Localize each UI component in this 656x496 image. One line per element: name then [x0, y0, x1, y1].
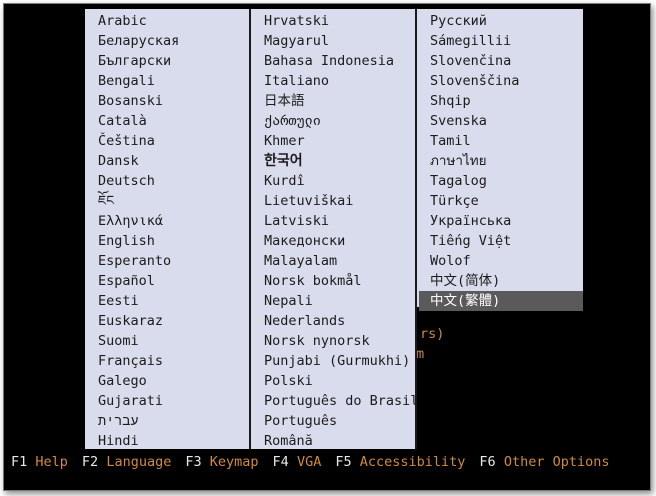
language-option[interactable]: Arabic — [85, 11, 249, 31]
language-option[interactable]: Lietuviškai — [251, 191, 415, 211]
fkey-code: F2 — [81, 454, 99, 470]
fkey-f3[interactable]: F3 Keymap — [185, 454, 272, 470]
language-option[interactable]: Italiano — [251, 71, 415, 91]
fkey-code: F3 — [185, 454, 202, 470]
fkey-label: Other Options — [503, 454, 610, 470]
language-option[interactable]: Türkçe — [417, 191, 583, 211]
language-option[interactable]: Polski — [251, 371, 415, 391]
fkey-f1[interactable]: F1 Help — [11, 454, 82, 470]
language-option[interactable]: Čeština — [85, 131, 249, 151]
fkey-label: Help — [35, 454, 68, 470]
language-option[interactable]: Беларуская — [85, 31, 249, 51]
language-option[interactable]: Español — [85, 271, 249, 291]
language-option[interactable]: 中文(简体) — [417, 271, 583, 291]
language-option[interactable]: Українська — [417, 211, 583, 231]
fkey-f6[interactable]: F6 Other Options — [479, 454, 623, 470]
language-option[interactable]: Euskaraz — [85, 311, 249, 331]
language-option[interactable]: Slovenčina — [417, 51, 583, 71]
language-option[interactable]: Punjabi (Gurmukhi) — [251, 351, 415, 371]
language-option[interactable]: Français — [85, 351, 249, 371]
language-option[interactable]: Svenska — [417, 111, 583, 131]
language-option[interactable]: Bengali — [85, 71, 249, 91]
language-option[interactable]: Magyarul — [251, 31, 415, 51]
language-option[interactable]: ქართული — [251, 111, 415, 131]
language-option[interactable]: Malayalam — [251, 251, 415, 271]
language-option[interactable]: Esperanto — [85, 251, 249, 271]
language-option[interactable]: Deutsch — [85, 171, 249, 191]
fkey-code: F6 — [479, 454, 496, 470]
language-option[interactable]: 中文(繁體) — [419, 291, 583, 311]
language-option[interactable]: Русский — [417, 11, 583, 31]
language-option[interactable]: Latviski — [251, 211, 415, 231]
function-key-bar: F1 Help F2 Language F3 Keymap F4 VGA F5 Acce… — [11, 452, 624, 472]
language-option[interactable]: Bosanski — [85, 91, 249, 111]
fkey-label: Accessibility — [359, 454, 466, 470]
fkey-label: Keymap — [209, 454, 259, 470]
language-option[interactable]: English — [85, 231, 249, 251]
language-option[interactable]: Sámegillii — [417, 31, 583, 51]
fkey-label: Language — [106, 454, 172, 470]
language-option[interactable]: Português do Brasil — [251, 391, 418, 411]
language-option[interactable]: Slovenščina — [417, 71, 583, 91]
language-option[interactable]: Suomi — [85, 331, 249, 351]
language-option[interactable]: Hindi — [85, 431, 249, 451]
language-option[interactable]: 한국어 — [251, 151, 415, 171]
language-menu: Arabic Беларуская Български Bengali Bosanski… — [85, 9, 583, 449]
language-option[interactable]: Norsk bokmål — [251, 271, 415, 291]
language-option[interactable]: Tagalog — [417, 171, 583, 191]
language-option[interactable]: Català — [85, 111, 249, 131]
language-column-3: Русский Sámegillii Slovenčina Slovenščina Sh… — [417, 9, 583, 311]
language-option[interactable]: עברית — [85, 411, 249, 431]
fkey-code: F1 — [11, 454, 28, 470]
language-column-1: Arabic Беларуская Български Bengali Bosanski… — [85, 9, 251, 449]
fkey-f5[interactable]: F5 Accessibility — [335, 454, 479, 470]
language-option[interactable]: Македонски — [251, 231, 415, 251]
fkey-code: F4 — [272, 454, 289, 470]
language-option[interactable]: Norsk nynorsk — [251, 331, 415, 351]
language-option[interactable]: Tamil — [417, 131, 583, 151]
language-option[interactable]: Română — [251, 431, 415, 451]
language-option[interactable]: Dansk — [85, 151, 249, 171]
language-option[interactable]: Khmer — [251, 131, 415, 151]
language-option[interactable]: Kurdî — [251, 171, 415, 191]
language-option[interactable]: Português — [251, 411, 415, 431]
language-option[interactable]: Nepali — [251, 291, 415, 311]
boot-screen: rs) m Arabic Беларуская Български Bengali Bo… — [3, 3, 651, 491]
language-option[interactable]: Shqip — [417, 91, 583, 111]
fkey-f2[interactable]: F2 Language — [82, 454, 185, 470]
language-option[interactable]: 日本語 — [251, 91, 415, 111]
language-option[interactable]: Nederlands — [251, 311, 415, 331]
language-option[interactable]: Tiếng Việt — [417, 231, 583, 251]
language-option[interactable]: Eesti — [85, 291, 249, 311]
language-option[interactable]: ภาษาไทย — [417, 151, 583, 171]
fkey-f4[interactable]: F4 VGA — [273, 454, 336, 470]
fkey-label: VGA — [296, 454, 322, 470]
language-option[interactable]: Bahasa Indonesia — [251, 51, 415, 71]
language-option[interactable]: Wolof — [417, 251, 583, 271]
language-option[interactable]: Gujarati — [85, 391, 249, 411]
language-option[interactable]: Ελληνικά — [85, 211, 249, 231]
language-option[interactable]: Galego — [85, 371, 249, 391]
language-option[interactable]: Hrvatski — [251, 11, 415, 31]
language-option[interactable]: Български — [85, 51, 249, 71]
fkey-code: F5 — [335, 454, 352, 470]
language-column-2: Hrvatski Magyarul Bahasa Indonesia Italiano… — [251, 9, 418, 451]
language-option[interactable]: ཇོང — [85, 191, 249, 211]
